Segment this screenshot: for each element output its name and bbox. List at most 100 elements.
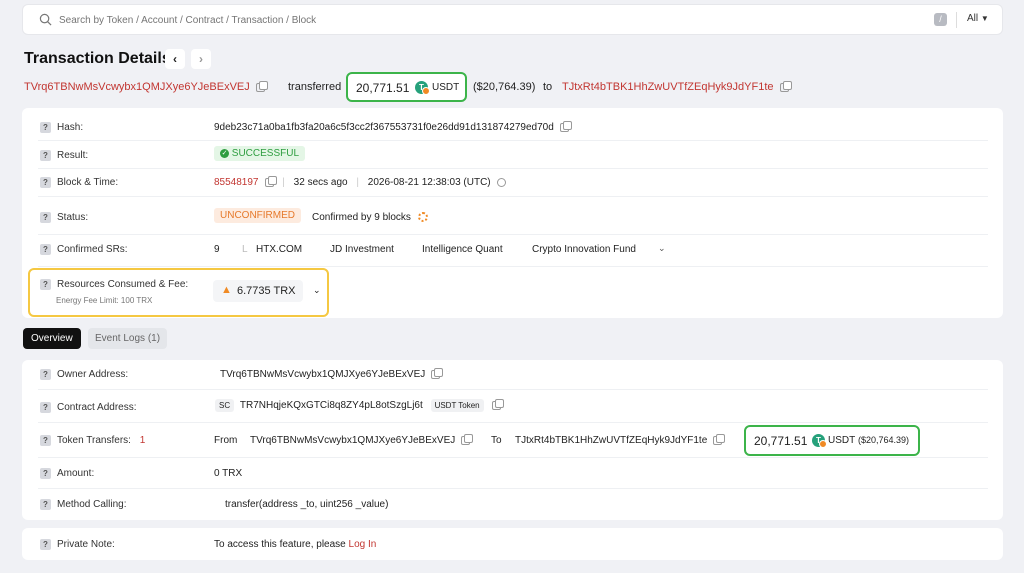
help-icon[interactable]: ? xyxy=(40,369,51,380)
transfers-count: 1 xyxy=(139,435,146,447)
owner-value-wrap: TVrq6TBNwMsVcwybx1QMJXye6YJeBExVEJ xyxy=(220,367,444,380)
help-icon[interactable]: ? xyxy=(40,402,51,413)
prev-button[interactable]: ‹ xyxy=(165,49,185,69)
owner-address-link[interactable]: TVrq6TBNwMsVcwybx1QMJXye6YJeBExVEJ xyxy=(220,369,425,380)
hash-row-label: ? Hash: xyxy=(40,122,83,133)
transfer-usd: ($20,764.39) xyxy=(858,435,910,445)
transfers-row-label: ? Token Transfers: 1 xyxy=(40,435,145,446)
transfers-label: Token Transfers: xyxy=(57,435,131,447)
expand-srs-chevron-icon[interactable]: ⌄ xyxy=(658,243,666,254)
copy-icon[interactable] xyxy=(492,398,505,410)
help-icon[interactable]: ? xyxy=(40,435,51,446)
srs-row-label: ? Confirmed SRs: xyxy=(40,244,128,255)
transfer-amount-highlight: 20,771.51 T USDT ($20,764.39) xyxy=(744,425,920,456)
from-address-link[interactable]: TVrq6TBNwMsVcwybx1QMJXye6YJeBExVEJ xyxy=(24,81,250,93)
help-icon[interactable]: ? xyxy=(40,499,51,510)
copy-icon[interactable] xyxy=(779,80,792,92)
sr-list-divider: L xyxy=(242,244,248,255)
slash-shortcut-badge: / xyxy=(934,13,947,26)
transfer-from-wrap: TVrq6TBNwMsVcwybx1QMJXye6YJeBExVEJ xyxy=(250,433,474,446)
sr-item[interactable]: Intelligence Quant xyxy=(422,244,503,255)
tab-overview[interactable]: Overview xyxy=(23,328,81,349)
copy-icon[interactable] xyxy=(559,120,572,132)
help-icon[interactable]: ? xyxy=(40,279,51,290)
srs-count: 9 xyxy=(214,244,220,255)
fee-pill[interactable]: ▲ 6.7735 TRX xyxy=(213,280,303,302)
to-address-wrap: TJtxRt4bTBK1HhZwUVTfZEqHyk9JdYF1te xyxy=(562,80,792,93)
block-age: 32 secs ago xyxy=(293,177,348,188)
next-button[interactable]: › xyxy=(191,49,211,69)
confirmed-by-text: Confirmed by 9 blocks xyxy=(312,212,411,223)
transfer-to-wrap: TJtxRt4bTBK1HhZwUVTfZEqHyk9JdYF1te xyxy=(515,433,726,446)
contract-address-link[interactable]: TR7NHqjeKQxGTCi8q8ZY4pL8otSzgLj6t xyxy=(240,400,423,411)
owner-row-label: ? Owner Address: xyxy=(40,369,128,380)
loading-spinner-icon xyxy=(417,212,428,223)
contract-label: Contract Address: xyxy=(57,402,137,414)
result-text: SUCCESSFUL xyxy=(231,148,300,159)
scope-label: All xyxy=(967,13,979,24)
resources-row-label: ? Resources Consumed & Fee: xyxy=(40,279,188,290)
copy-icon[interactable] xyxy=(713,433,726,445)
search-bar[interactable]: / All ▼ xyxy=(22,4,1003,35)
help-icon[interactable]: ? xyxy=(40,122,51,133)
copy-icon[interactable] xyxy=(461,433,474,445)
usdt-token-badge[interactable]: USDT Token xyxy=(430,399,484,412)
login-link[interactable]: Log In xyxy=(349,539,377,550)
chevron-left-icon: ‹ xyxy=(173,52,177,66)
to-label: to xyxy=(543,81,553,93)
usdt-icon: T xyxy=(415,81,430,95)
help-icon[interactable]: ? xyxy=(40,539,51,550)
check-circle-icon: ✓ xyxy=(220,148,229,158)
fee-chevron-down-icon[interactable]: ⌄ xyxy=(313,285,321,296)
result-label: Result: xyxy=(57,150,89,162)
to-address-link[interactable]: TJtxRt4bTBK1HhZwUVTfZEqHyk9JdYF1te xyxy=(562,81,774,93)
hash-label: Hash: xyxy=(57,122,84,134)
method-value: transfer(address _to, uint256 _value) xyxy=(225,499,389,510)
contract-value-wrap: SC TR7NHqjeKQxGTCi8q8ZY4pL8otSzgLj6t USD… xyxy=(215,398,505,412)
tab-event-logs[interactable]: Event Logs (1) xyxy=(88,328,168,349)
status-row-label: ? Status: xyxy=(40,212,88,223)
clock-icon[interactable] xyxy=(497,177,507,187)
help-icon[interactable]: ? xyxy=(40,177,51,188)
search-input[interactable] xyxy=(59,11,659,29)
usd-value: ($20,764.39) xyxy=(473,81,536,93)
help-icon[interactable]: ? xyxy=(40,150,51,161)
copy-icon[interactable] xyxy=(264,175,277,187)
status-badge: UNCONFIRMED xyxy=(214,208,301,223)
amount-trx: 0 TRX xyxy=(214,468,243,479)
fee-value: 6.7735 TRX xyxy=(237,285,296,297)
block-link[interactable]: 85548197 xyxy=(214,177,259,188)
note-row-label: ? Private Note: xyxy=(40,539,115,550)
block-value-wrap: 85548197 | 32 secs ago | 2026-08-21 12:3… xyxy=(214,175,507,188)
transfer-to-link[interactable]: TJtxRt4bTBK1HhZwUVTfZEqHyk9JdYF1te xyxy=(515,435,707,446)
contract-row-label: ? Contract Address: xyxy=(40,402,136,413)
sr-item[interactable]: HTX.COM xyxy=(256,244,302,255)
note-label: Private Note: xyxy=(57,539,115,551)
transfer-summary: TVrq6TBNwMsVcwybx1QMJXye6YJeBExVEJ xyxy=(24,80,268,93)
copy-icon[interactable] xyxy=(431,367,444,379)
usdt-icon: T xyxy=(812,434,827,448)
status-label: Status: xyxy=(57,212,89,224)
method-row-label: ? Method Calling: xyxy=(40,499,126,510)
transfer-token: USDT xyxy=(828,435,856,446)
sr-item[interactable]: Crypto Innovation Fund xyxy=(532,244,636,255)
amount-label: Amount: xyxy=(57,468,95,480)
note-text: To access this feature, please xyxy=(214,539,346,550)
copy-icon[interactable] xyxy=(255,80,268,92)
help-icon[interactable]: ? xyxy=(40,468,51,479)
transfer-amount: 20,771.51 xyxy=(754,434,808,448)
srs-label: Confirmed SRs: xyxy=(57,244,128,256)
block-label: Block & Time: xyxy=(57,177,119,189)
sc-badge: SC xyxy=(215,399,235,412)
note-text-wrap: To access this feature, please Log In xyxy=(214,539,376,550)
search-icon xyxy=(39,13,52,26)
confirmed-by: Confirmed by 9 blocks xyxy=(312,212,428,223)
block-time: 2026-08-21 12:38:03 (UTC) xyxy=(367,177,491,188)
resources-label: Resources Consumed & Fee: xyxy=(57,279,189,291)
amount-value: 20,771.51 xyxy=(356,81,410,95)
help-icon[interactable]: ? xyxy=(40,212,51,223)
help-icon[interactable]: ? xyxy=(40,244,51,255)
transfer-from-link[interactable]: TVrq6TBNwMsVcwybx1QMJXye6YJeBExVEJ xyxy=(250,435,455,446)
scope-select[interactable]: All ▼ xyxy=(967,13,989,24)
sr-item[interactable]: JD Investment xyxy=(330,244,394,255)
